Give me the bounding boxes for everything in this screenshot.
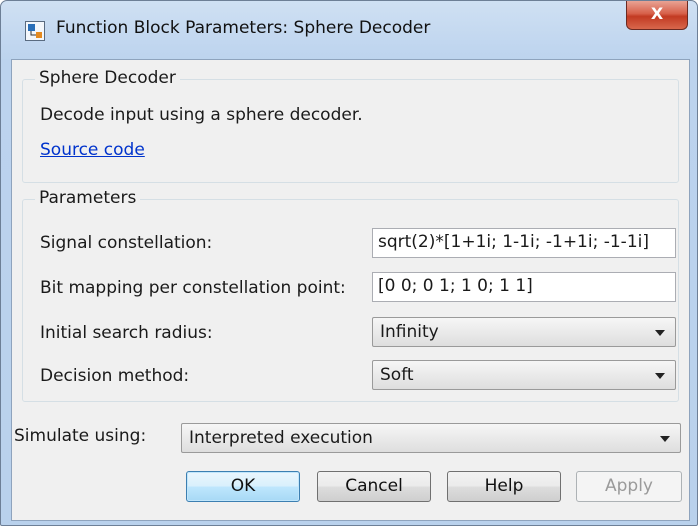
block-description: Decode input using a sphere decoder. bbox=[40, 105, 363, 125]
simulate-using-value: Interpreted execution bbox=[189, 428, 373, 448]
ok-button[interactable]: OK bbox=[186, 471, 300, 502]
initial-search-radius-label: Initial search radius: bbox=[40, 323, 213, 343]
dialog-window: Function Block Parameters: Sphere Decode… bbox=[0, 0, 698, 526]
title-bar[interactable]: Function Block Parameters: Sphere Decode… bbox=[1, 1, 697, 59]
decision-method-value: Soft bbox=[380, 365, 414, 385]
cancel-button[interactable]: Cancel bbox=[317, 471, 431, 502]
bit-mapping-input[interactable]: [0 0; 0 1; 1 0; 1 1] bbox=[372, 272, 676, 302]
close-icon: X bbox=[650, 4, 664, 23]
chevron-down-icon bbox=[655, 373, 665, 379]
source-code-link[interactable]: Source code bbox=[40, 140, 145, 160]
initial-search-radius-select[interactable]: Infinity bbox=[372, 317, 676, 347]
help-button[interactable]: Help bbox=[447, 471, 561, 502]
decision-method-select[interactable]: Soft bbox=[372, 360, 676, 390]
dialog-client-area: Sphere Decoder Decode input using a sphe… bbox=[11, 59, 690, 521]
chevron-down-icon bbox=[660, 436, 670, 442]
block-group-title: Sphere Decoder bbox=[35, 68, 180, 88]
parameters-group: Parameters Signal constellation: sqrt(2)… bbox=[22, 188, 679, 402]
decision-method-label: Decision method: bbox=[40, 366, 190, 386]
simulink-block-icon bbox=[25, 21, 45, 41]
signal-constellation-input[interactable]: sqrt(2)*[1+1i; 1-1i; -1+1i; -1-1i] bbox=[372, 228, 676, 258]
simulate-using-label: Simulate using: bbox=[14, 426, 147, 446]
initial-search-radius-value: Infinity bbox=[380, 322, 439, 342]
signal-constellation-label: Signal constellation: bbox=[40, 233, 213, 253]
close-button[interactable]: X bbox=[626, 1, 688, 30]
bit-mapping-label: Bit mapping per constellation point: bbox=[40, 278, 346, 298]
simulate-using-select[interactable]: Interpreted execution bbox=[181, 423, 681, 453]
parameters-group-title: Parameters bbox=[35, 188, 141, 208]
apply-button: Apply bbox=[576, 471, 682, 502]
window-title: Function Block Parameters: Sphere Decode… bbox=[56, 18, 431, 38]
block-description-group: Sphere Decoder Decode input using a sphe… bbox=[22, 68, 679, 183]
chevron-down-icon bbox=[655, 330, 665, 336]
